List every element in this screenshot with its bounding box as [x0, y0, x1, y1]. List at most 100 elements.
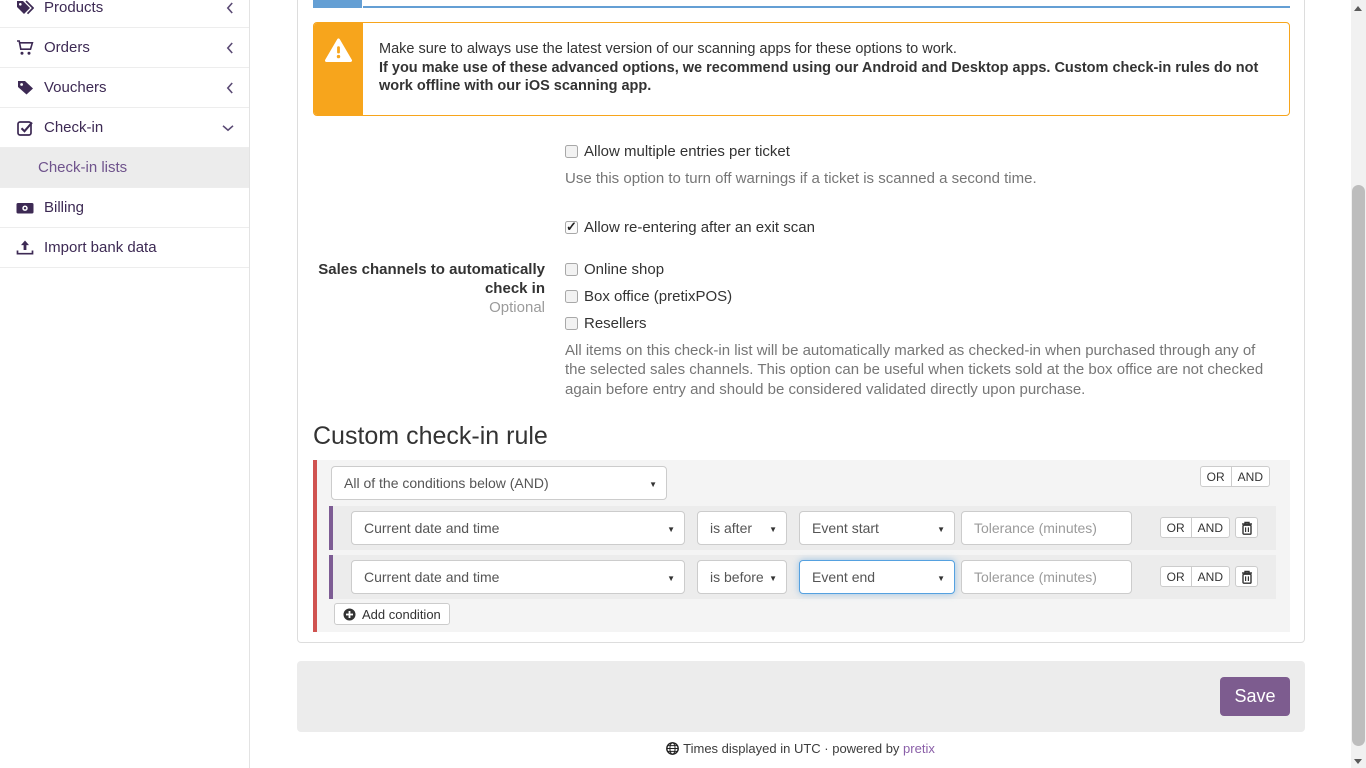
info-alert-fragment: [313, 0, 362, 8]
sidebar-item-orders[interactable]: Orders: [0, 28, 249, 68]
plus-circle-icon: [343, 608, 356, 621]
root-or-button[interactable]: OR: [1200, 466, 1232, 487]
warning-alert: Make sure to always use the latest versi…: [313, 22, 1290, 116]
caret-down-icon: ▼: [937, 574, 945, 583]
rule-builder-panel: All of the conditions below (AND) ▼ OR A…: [313, 460, 1290, 632]
tolerance-input[interactable]: [961, 560, 1132, 594]
condition-variable-value: Current date and time: [364, 520, 499, 536]
warning-line-2: If you make use of these advanced option…: [379, 59, 1269, 96]
channel-resellers-label[interactable]: Resellers: [584, 315, 647, 332]
chevron-left-icon: [226, 42, 234, 54]
condition-variable-select[interactable]: Current date and time ▼: [351, 560, 685, 594]
tags-icon: [15, 0, 35, 16]
condition-value-select[interactable]: Event start ▼: [799, 511, 955, 545]
condition-row: Current date and time ▼ is before ▼ Even…: [329, 555, 1276, 599]
channel-online-shop-label[interactable]: Online shop: [584, 261, 664, 278]
caret-down-icon: ▼: [667, 525, 675, 534]
pretix-link[interactable]: pretix: [903, 741, 935, 756]
caret-down-icon: ▼: [769, 574, 777, 583]
condition-or-button[interactable]: OR: [1160, 566, 1192, 587]
sidebar-item-label: Products: [44, 0, 103, 16]
trash-icon: [1241, 570, 1253, 584]
caret-down-icon: ▼: [937, 525, 945, 534]
add-condition-button[interactable]: Add condition: [334, 603, 450, 625]
sidebar-item-vouchers[interactable]: Vouchers: [0, 68, 249, 108]
shopping-cart-icon: [15, 40, 35, 56]
warning-icon-column: [314, 23, 363, 115]
caret-down-icon: ▼: [667, 574, 675, 583]
condition-row-actions: OR AND: [1160, 566, 1258, 587]
delete-condition-button[interactable]: [1235, 517, 1258, 538]
reentry-checkbox[interactable]: [565, 221, 578, 234]
scrollbar-up-arrow[interactable]: [1354, 6, 1362, 11]
app-window: Products Orders Vouchers: [0, 0, 1366, 768]
channel-online-shop-checkbox[interactable]: [565, 263, 578, 276]
root-condition-select[interactable]: All of the conditions below (AND) ▼: [331, 466, 667, 500]
condition-row-actions: OR AND: [1160, 517, 1258, 538]
sales-channels-help: All items on this check-in list will be …: [565, 341, 1271, 399]
channel-box-office-checkbox[interactable]: [565, 290, 578, 303]
condition-operator-value: is before: [710, 569, 764, 585]
sidebar-item-billing[interactable]: Billing: [0, 188, 249, 228]
tolerance-input[interactable]: [961, 511, 1132, 545]
channel-box-office-label[interactable]: Box office (pretixPOS): [584, 288, 732, 305]
sidebar-item-label: Check-in: [44, 119, 103, 136]
page-footer: Times displayed in UTC · powered by pret…: [250, 741, 1351, 756]
condition-variable-select[interactable]: Current date and time ▼: [351, 511, 685, 545]
condition-operator-value: is after: [710, 520, 752, 536]
vertical-scrollbar[interactable]: [1351, 0, 1366, 768]
sidebar-item-products[interactable]: Products: [0, 0, 249, 28]
sidebar: Products Orders Vouchers: [0, 0, 250, 768]
sidebar-item-label: Vouchers: [44, 79, 107, 96]
multiple-entries-help: Use this option to turn off warnings if …: [565, 169, 1037, 188]
scrollbar-down-arrow[interactable]: [1354, 759, 1362, 764]
save-footer-panel: Save: [297, 661, 1305, 732]
root-and-button[interactable]: AND: [1231, 466, 1270, 487]
multiple-entries-checkbox[interactable]: [565, 145, 578, 158]
condition-row: Current date and time ▼ is after ▼ Event…: [329, 506, 1276, 550]
warning-triangle-icon: [325, 38, 352, 63]
condition-value-select-focused[interactable]: Event end ▼: [799, 560, 955, 594]
sidebar-item-import-bank-data[interactable]: Import bank data: [0, 228, 249, 268]
sidebar-item-checkin[interactable]: Check-in: [0, 108, 249, 148]
condition-and-button[interactable]: AND: [1191, 517, 1230, 538]
multiple-entries-label[interactable]: Allow multiple entries per ticket: [584, 143, 790, 160]
scrollbar-thumb[interactable]: [1352, 185, 1365, 746]
channel-resellers-checkbox[interactable]: [565, 317, 578, 330]
delete-condition-button[interactable]: [1235, 566, 1258, 587]
sales-channels-optional: Optional: [313, 298, 545, 317]
add-condition-label: Add condition: [362, 607, 441, 622]
reentry-label[interactable]: Allow re-entering after an exit scan: [584, 219, 815, 236]
warning-alert-body: Make sure to always use the latest versi…: [363, 23, 1289, 115]
custom-checkin-rule-heading: Custom check-in rule: [313, 422, 548, 451]
globe-icon: [666, 742, 679, 755]
sidebar-item-label: Billing: [44, 199, 84, 216]
sales-channels-field-column: Online shop Box office (pretixPOS) Resel…: [565, 261, 1271, 399]
root-condition-value: All of the conditions below (AND): [344, 475, 549, 491]
condition-variable-value: Current date and time: [364, 569, 499, 585]
chevron-down-icon: [222, 124, 234, 132]
root-group-toggle: OR AND: [1200, 466, 1270, 487]
money-bill-icon: [15, 200, 35, 216]
form-group-reentry: Allow re-entering after an exit scan: [565, 219, 815, 236]
sales-channels-label: Sales channels to automatically check in: [313, 260, 545, 298]
form-group-multiple-entries: Allow multiple entries per ticket Use th…: [565, 143, 1037, 188]
condition-value-value: Event end: [812, 569, 875, 585]
condition-operator-select[interactable]: is before ▼: [697, 560, 787, 594]
caret-down-icon: ▼: [649, 480, 657, 489]
condition-and-button[interactable]: AND: [1191, 566, 1230, 587]
sidebar-item-label: Orders: [44, 39, 90, 56]
caret-down-icon: ▼: [769, 525, 777, 534]
condition-value-value: Event start: [812, 520, 879, 536]
warning-line-1: Make sure to always use the latest versi…: [379, 40, 1269, 59]
upload-icon: [15, 240, 35, 256]
save-button[interactable]: Save: [1220, 677, 1290, 716]
chevron-left-icon: [226, 2, 234, 14]
chevron-left-icon: [226, 82, 234, 94]
sidebar-item-checkin-lists-active[interactable]: Check-in lists: [0, 148, 249, 188]
condition-operator-select[interactable]: is after ▼: [697, 511, 787, 545]
main-content: Make sure to always use the latest versi…: [250, 0, 1351, 768]
condition-or-button[interactable]: OR: [1160, 517, 1192, 538]
sales-channels-label-column: Sales channels to automatically check in…: [313, 260, 545, 317]
trash-icon: [1241, 521, 1253, 535]
